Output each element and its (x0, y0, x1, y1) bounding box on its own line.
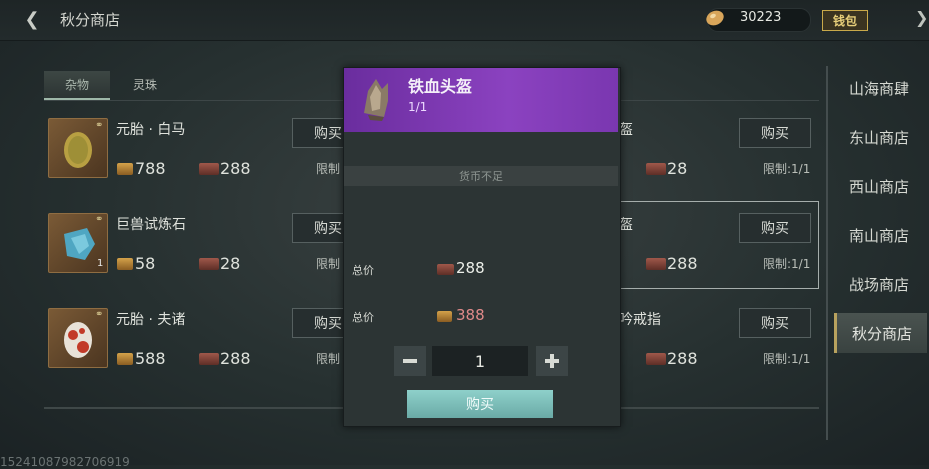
chest-icon (437, 264, 454, 275)
shop-item-qiufen[interactable]: 秋分商店 (834, 313, 927, 353)
popup-buy-button[interactable]: 购买 (407, 390, 553, 418)
link-icon: ⚭ (95, 120, 104, 131)
item-price-chest: 288 (220, 349, 251, 368)
shop-item-shanhai[interactable]: 山海商肆 (834, 68, 924, 108)
quantity-plus-button[interactable] (536, 346, 568, 376)
shop-list-separator (826, 66, 828, 440)
shop-item-nanshan[interactable]: 南山商店 (834, 215, 924, 255)
page-title: 秋分商店 (60, 11, 121, 29)
limit-label: 限制:1/1 (763, 257, 811, 271)
item-price-chest: 288 (667, 349, 698, 368)
limit-label: 限制 (316, 352, 341, 366)
quantity-input[interactable]: 1 (432, 346, 528, 376)
chest-icon (646, 163, 666, 175)
popup-owned-count: 1/1 (408, 100, 428, 114)
buy-button[interactable]: 购买 (739, 118, 811, 148)
link-icon: ⚭ (95, 309, 104, 320)
item-name-partial: 吟戒指 (619, 312, 661, 328)
insufficient-currency-notice: 货币不足 (344, 166, 618, 186)
chest-icon (199, 258, 219, 270)
limit-label: 限制 (316, 162, 341, 176)
wallet-button[interactable]: 钱包 (822, 10, 868, 31)
item-name-partial: 盔 (619, 122, 633, 138)
chest-icon (646, 258, 666, 270)
buy-button[interactable]: 购买 (739, 308, 811, 338)
tab-misc[interactable]: 杂物 (44, 71, 110, 100)
total-price-label: 总价 (352, 311, 374, 324)
shop-item-xishan[interactable]: 西山商店 (834, 166, 924, 206)
chest-icon (199, 163, 219, 175)
coin-balance: 30223 (740, 10, 782, 25)
gold-box-icon (117, 353, 133, 365)
limit-label: 限制:1/1 (763, 352, 811, 366)
limit-label: 限制:1/1 (763, 162, 811, 176)
popup-item-title: 铁血头盔 (408, 77, 473, 96)
quantity-minus-button[interactable] (394, 346, 426, 376)
item-price-chest: 28 (667, 159, 688, 178)
item-price-chest: 288 (220, 159, 251, 178)
item-price-gold: 58 (135, 254, 156, 273)
item-name: 元胎 · 白马 (116, 122, 186, 138)
item-count: 1 (97, 258, 104, 269)
plus-icon (545, 354, 559, 368)
shop-item-battlefield[interactable]: 战场商店 (834, 264, 924, 304)
total-price-insufficient: 388 (456, 306, 485, 324)
item-name-partial: 盔 (619, 217, 633, 233)
item-price-gold: 588 (135, 349, 166, 368)
gold-box-icon (117, 163, 133, 175)
item-name: 巨兽试炼石 (116, 217, 186, 233)
minus-icon (403, 359, 417, 363)
total-price-value: 288 (456, 259, 485, 277)
gold-box-icon (117, 258, 133, 270)
helmet-icon (364, 79, 388, 121)
tab-spirit-orb[interactable]: 灵珠 (112, 71, 178, 98)
item-name: 元胎 · 夫诸 (116, 312, 186, 328)
total-price-label: 总价 (352, 264, 374, 277)
gold-box-icon (437, 311, 452, 322)
buy-button[interactable]: 购买 (739, 213, 811, 243)
chest-icon (199, 353, 219, 365)
item-price-chest: 288 (667, 254, 698, 273)
shop-item-dongshan[interactable]: 东山商店 (834, 117, 924, 157)
chevron-right-icon[interactable]: ❯ (915, 8, 928, 27)
back-arrow-icon[interactable]: ❮ (18, 6, 46, 32)
chest-icon (646, 353, 666, 365)
seed-coin-icon (706, 10, 724, 26)
limit-label: 限制 (316, 257, 341, 271)
link-icon: ⚭ (95, 214, 104, 225)
item-price-gold: 788 (135, 159, 166, 178)
item-price-chest: 28 (220, 254, 241, 273)
footer-id: 15241087982706919 (0, 455, 130, 469)
